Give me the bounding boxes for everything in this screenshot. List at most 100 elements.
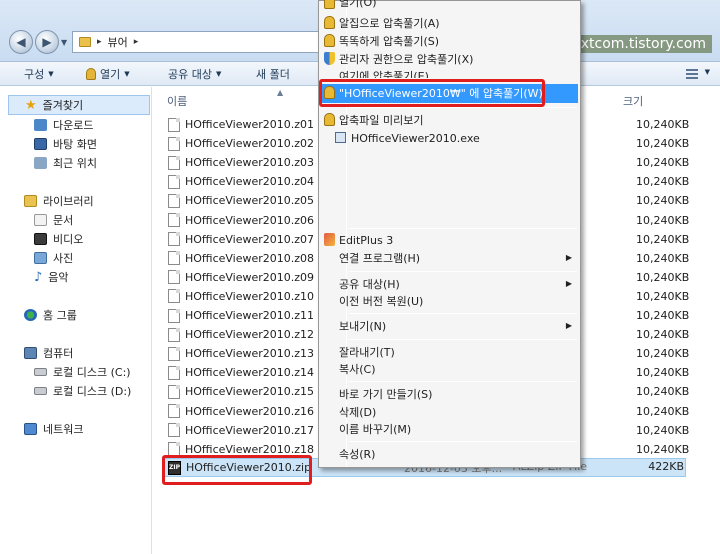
file-name: HOfficeViewer2010.z15	[185, 385, 315, 399]
file-icon	[168, 270, 180, 285]
file-size: 10,240KB	[636, 366, 690, 380]
caret-down-icon[interactable]: ▼	[705, 68, 710, 76]
star-icon: ★	[25, 97, 37, 113]
file-size: 10,240KB	[636, 137, 690, 151]
file-list-item[interactable]: HOfficeViewer2010.z05	[168, 191, 314, 210]
menu-item-smart-extract[interactable]: 똑똑하게 압축풀기(S)	[324, 32, 440, 50]
menu-item-restore-previous[interactable]: 이전 버전 복원(U)	[339, 292, 423, 310]
menu-item-extract-here[interactable]: 여기에 압축풀기(E)	[339, 66, 429, 78]
new-folder-button[interactable]: 새 폴더	[256, 66, 290, 82]
file-list-item[interactable]: HOfficeViewer2010.z13	[168, 344, 314, 363]
sidebar-label: 네트워크	[43, 423, 84, 436]
sidebar-item-documents[interactable]: 문서	[34, 212, 73, 228]
share-label: 공유 대상	[168, 68, 212, 81]
file-list-item[interactable]: HOfficeViewer2010.z07	[168, 230, 314, 249]
file-list-item[interactable]: HOfficeViewer2010.z09	[168, 268, 314, 287]
sidebar-item-homegroup[interactable]: 홈 그룹	[24, 307, 77, 323]
breadcrumb-current[interactable]: 뷰어	[108, 34, 128, 50]
file-icon	[168, 365, 180, 380]
menu-separator	[349, 271, 577, 272]
menu-label: 관리자 권한으로 압축풀기(X)	[339, 53, 474, 66]
sidebar-item-computer[interactable]: 컴퓨터	[24, 345, 73, 361]
file-list-item[interactable]: HOfficeViewer2010.z14	[168, 363, 314, 382]
file-list-item[interactable]: HOfficeViewer2010.z17	[168, 421, 314, 440]
file-name: HOfficeViewer2010.z16	[185, 404, 315, 418]
menu-item-open-with[interactable]: 연결 프로그램(H)	[339, 249, 420, 267]
file-list-item[interactable]: HOfficeViewer2010.z16	[168, 402, 314, 421]
menu-item-copy[interactable]: 복사(C)	[339, 360, 376, 378]
back-button[interactable]: ◀	[9, 30, 33, 54]
file-name: HOfficeViewer2010.z07	[185, 232, 315, 246]
breadcrumb-expand-icon[interactable]: ▸	[134, 37, 139, 47]
file-list-item[interactable]: HOfficeViewer2010.z06	[168, 211, 314, 230]
breadcrumb-separator-icon[interactable]: ▸	[97, 37, 102, 47]
sidebar-item-pictures[interactable]: 사진	[34, 250, 73, 266]
sidebar-item-music[interactable]: ♪ 음악	[34, 269, 69, 285]
file-list-item[interactable]: HOfficeViewer2010.z04	[168, 172, 314, 191]
menu-item-preview[interactable]: 압축파일 미리보기	[324, 111, 423, 129]
organize-button[interactable]: 구성 ▼	[24, 66, 54, 82]
menu-item-share-with[interactable]: 공유 대상(H)	[339, 275, 400, 293]
file-name: HOfficeViewer2010.z08	[185, 251, 315, 265]
sidebar-item-downloads[interactable]: 다운로드	[34, 117, 93, 133]
hard-drive-icon	[34, 368, 47, 376]
file-size: 10,240KB	[636, 347, 690, 361]
organize-label: 구성	[24, 68, 45, 81]
file-size: 422KB	[648, 460, 684, 473]
sidebar-item-desktop[interactable]: 바탕 화면	[34, 136, 97, 152]
menu-label: 공유 대상(H)	[339, 278, 400, 291]
submenu-arrow-icon: ▶	[565, 321, 572, 330]
file-list-item[interactable]: HOfficeViewer2010.z03	[168, 153, 314, 172]
menu-item-preview-file[interactable]: HOfficeViewer2010.exe	[335, 129, 480, 147]
open-button[interactable]: 열기 ▼	[86, 66, 130, 82]
file-size: 10,240KB	[636, 156, 690, 170]
menu-item-delete[interactable]: 삭제(D)	[339, 403, 376, 421]
sidebar-item-drive-d[interactable]: 로컬 디스크 (D:)	[34, 383, 131, 399]
file-list-item[interactable]: HOfficeViewer2010.z11	[168, 306, 314, 325]
sidebar-item-videos[interactable]: 비디오	[34, 231, 83, 247]
file-name: HOfficeViewer2010.z10	[185, 289, 315, 303]
sidebar-item-recent[interactable]: 최근 위치	[34, 155, 97, 171]
recent-pages-dropdown-icon[interactable]: ▼	[61, 38, 67, 47]
menu-item-cut[interactable]: 잘라내기(T)	[339, 343, 395, 361]
menu-item-properties[interactable]: 속성(R)	[339, 445, 375, 463]
menu-label: 삭제(D)	[339, 406, 377, 419]
file-list-item[interactable]: HOfficeViewer2010.z15	[168, 382, 314, 401]
file-icon	[168, 136, 180, 151]
file-list-item[interactable]: HOfficeViewer2010.z08	[168, 249, 314, 268]
menu-item-send-to[interactable]: 보내기(N)	[339, 317, 386, 335]
address-bar[interactable]: ▸ 뷰어 ▸	[72, 31, 322, 53]
view-options-icon[interactable]	[686, 69, 698, 79]
share-button[interactable]: 공유 대상 ▼	[168, 66, 221, 82]
menu-label: 바로 가기 만들기(S)	[339, 388, 433, 401]
file-icon	[168, 346, 180, 361]
menu-item-editplus[interactable]: EditPlus 3	[324, 231, 393, 249]
file-list-item[interactable]: HOfficeViewer2010.z01	[168, 115, 314, 134]
sidebar-label: 바탕 화면	[53, 138, 97, 151]
menu-item-open[interactable]: 열기(O)	[324, 0, 376, 11]
file-list-item[interactable]: HOfficeViewer2010.z12	[168, 325, 314, 344]
sidebar-item-drive-c[interactable]: 로컬 디스크 (C:)	[34, 364, 131, 380]
menu-item-create-shortcut[interactable]: 바로 가기 만들기(S)	[339, 385, 432, 403]
file-name: HOfficeViewer2010.z04	[185, 175, 315, 189]
column-name-header[interactable]: 이름	[167, 93, 187, 109]
column-size-header[interactable]: 크기	[623, 93, 643, 109]
file-list-item[interactable]: HOfficeViewer2010.z10	[168, 287, 314, 306]
new-folder-label: 새 폴더	[256, 68, 290, 81]
menu-label: 똑똑하게 압축풀기(S)	[339, 35, 440, 48]
sidebar-item-favorites[interactable]: ★ 즐겨찾기	[8, 95, 150, 115]
folder-icon	[79, 37, 91, 47]
menu-item-extract-alzip[interactable]: 알집으로 압축풀기(A)	[324, 14, 440, 32]
menu-item-rename[interactable]: 이름 바꾸기(M)	[339, 420, 411, 438]
extract-option-highlight-box	[319, 79, 545, 107]
file-icon	[168, 232, 180, 247]
sidebar-label: 음악	[48, 271, 69, 284]
file-list-item[interactable]: HOfficeViewer2010.z02	[168, 134, 314, 153]
forward-button[interactable]: ▶	[35, 30, 59, 54]
pictures-icon	[34, 252, 47, 264]
sidebar-label: 다운로드	[53, 119, 94, 132]
file-name: HOfficeViewer2010.z12	[185, 328, 315, 342]
sidebar-item-libraries[interactable]: 라이브러리	[24, 193, 94, 209]
sidebar-label: 로컬 디스크 (D:)	[53, 385, 132, 398]
sidebar-item-network[interactable]: 네트워크	[24, 421, 83, 437]
